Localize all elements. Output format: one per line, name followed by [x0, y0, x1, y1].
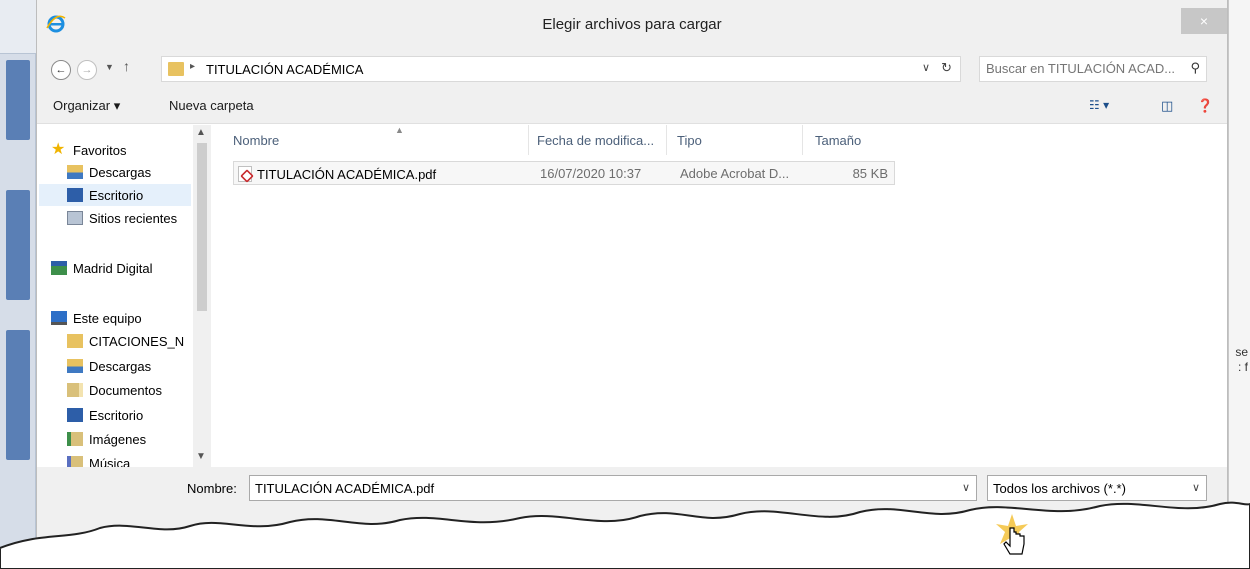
file-date: 16/07/2020 10:37 — [540, 166, 642, 181]
navigation-pane: ★ Favoritos Descargas Escritorio Sitios … — [37, 125, 213, 467]
title-bar: Elegir archivos para cargar × — [37, 0, 1227, 50]
nav-item-this-pc[interactable]: Este equipo — [51, 307, 207, 329]
downloads-folder-icon — [67, 165, 83, 179]
nav-item-label: Descargas — [89, 358, 152, 374]
background-text: se — [1235, 345, 1248, 359]
nav-item-label: Madrid Digital — [73, 260, 153, 276]
nav-item-downloads[interactable]: Descargas — [67, 355, 213, 377]
star-icon: ★ — [51, 141, 66, 158]
preview-pane-icon[interactable]: ◫ — [1161, 98, 1173, 114]
background-band — [6, 60, 30, 140]
up-arrow-icon[interactable]: ↑ — [123, 58, 130, 74]
nav-item-label: Documentos — [89, 382, 162, 398]
recent-places-icon — [67, 211, 83, 225]
file-type: Adobe Acrobat D... — [680, 166, 790, 181]
address-bar[interactable]: ▸ TITULACIÓN ACADÉMICA ∨ ↻ — [161, 56, 961, 82]
scrollbar-thumb[interactable] — [197, 143, 207, 311]
nav-item-desktop-pc[interactable]: Escritorio — [67, 404, 213, 426]
forward-button[interactable]: → — [77, 60, 97, 80]
background-app-left — [0, 0, 36, 569]
filename-label: Nombre: — [187, 481, 237, 496]
computer-icon — [51, 311, 67, 325]
desktop-folder-icon — [67, 408, 83, 422]
nav-item-label: Imágenes — [89, 431, 147, 447]
command-toolbar: Organizar ▾ Nueva carpeta ☷ ▾ ◫ ❓ — [37, 88, 1227, 124]
cancel-button[interactable]: Cancelar — [1107, 515, 1207, 543]
refresh-icon[interactable]: ↻ — [941, 60, 952, 76]
column-header-name[interactable]: Nombre — [233, 125, 529, 155]
organize-button[interactable]: Organizar ▾ — [53, 98, 120, 114]
search-input[interactable] — [986, 61, 1182, 76]
recent-locations-chevron-icon[interactable]: ▼ — [105, 62, 114, 72]
nav-item-network[interactable]: Madrid Digital — [51, 257, 207, 279]
file-type-value[interactable]: Todos los archivos (*.*) — [993, 481, 1126, 496]
nav-item-downloads[interactable]: Descargas — [67, 161, 213, 183]
folder-icon — [168, 62, 184, 76]
network-icon — [51, 261, 67, 275]
background-band — [6, 190, 30, 300]
filename-input[interactable]: TITULACIÓN ACADÉMICA.pdf ∨ — [249, 475, 977, 501]
nav-item-citaciones[interactable]: CITACIONES_N — [67, 330, 213, 352]
address-row: ← → ▼ ↑ ▸ TITULACIÓN ACADÉMICA ∨ ↻ ⚲ — [37, 50, 1227, 88]
nav-item-label: Favoritos — [73, 142, 127, 158]
file-list: ▲ Nombre Fecha de modifica... Tipo Tamañ… — [215, 125, 1227, 467]
nav-item-label: CITACIONES_N — [89, 333, 185, 349]
column-header-type[interactable]: Tipo — [677, 125, 803, 155]
nav-item-recent-places[interactable]: Sitios recientes — [67, 207, 213, 229]
pdf-file-icon — [238, 166, 252, 182]
nav-item-label: Escritorio — [89, 407, 144, 423]
column-header-date[interactable]: Fecha de modifica... — [537, 125, 667, 155]
nav-item-label: Música — [89, 455, 131, 468]
file-open-dialog: Elegir archivos para cargar × ← → ▼ ↑ ▸ … — [36, 0, 1228, 569]
close-button[interactable]: × — [1181, 8, 1227, 34]
search-icon[interactable]: ⚲ — [1190, 60, 1200, 76]
nav-item-label: Sitios recientes — [89, 210, 178, 226]
nav-item-label: Descargas — [89, 164, 152, 180]
file-size: 85 KB — [852, 166, 888, 181]
music-folder-icon — [67, 456, 83, 467]
search-box[interactable]: ⚲ — [979, 56, 1207, 82]
nav-item-label: Este equipo — [73, 310, 142, 326]
view-options-icon[interactable]: ☷ ▾ — [1089, 98, 1109, 112]
nav-item-documents[interactable]: Documentos — [67, 379, 213, 401]
file-name-cell: TITULACIÓN ACADÉMICA.pdf — [238, 166, 436, 182]
background-app-right: se : f — [1228, 0, 1250, 569]
background-text: : f — [1237, 360, 1248, 374]
filename-value[interactable]: TITULACIÓN ACADÉMICA.pdf — [255, 481, 434, 496]
background-band — [6, 330, 30, 460]
nav-item-pictures[interactable]: Imágenes — [67, 428, 213, 450]
column-header-size[interactable]: Tamaño — [815, 125, 895, 155]
file-type-dropdown-icon[interactable]: ∨ — [1192, 481, 1200, 494]
documents-folder-icon — [67, 383, 83, 397]
back-button[interactable]: ← — [51, 60, 71, 80]
file-name: TITULACIÓN ACADÉMICA.pdf — [257, 166, 437, 182]
file-row[interactable]: TITULACIÓN ACADÉMICA.pdf 16/07/2020 10:3… — [233, 161, 895, 185]
navigation-scrollbar[interactable]: ▲ ▼ — [193, 125, 211, 467]
help-icon[interactable]: ❓ — [1197, 98, 1213, 114]
hand-cursor-icon — [996, 514, 1028, 555]
breadcrumb-separator-icon: ▸ — [190, 61, 196, 72]
dialog-footer: Nombre: TITULACIÓN ACADÉMICA.pdf ∨ Todos… — [37, 467, 1227, 569]
downloads-folder-icon — [67, 359, 83, 373]
nav-item-label: Escritorio — [89, 187, 144, 203]
breadcrumb-path[interactable]: TITULACIÓN ACADÉMICA — [206, 62, 363, 77]
pictures-folder-icon — [67, 432, 83, 446]
new-folder-button[interactable]: Nueva carpeta — [169, 98, 254, 113]
folder-icon — [67, 334, 83, 348]
dialog-title: Elegir archivos para cargar — [542, 16, 722, 33]
nav-item-desktop[interactable]: Escritorio — [39, 184, 191, 206]
scroll-up-icon[interactable]: ▲ — [196, 127, 206, 138]
nav-item-music[interactable]: Música — [67, 452, 213, 467]
address-dropdown-icon[interactable]: ∨ — [922, 61, 930, 74]
scroll-down-icon[interactable]: ▼ — [196, 451, 206, 462]
file-type-select[interactable]: Todos los archivos (*.*) ∨ — [987, 475, 1207, 501]
filename-dropdown-icon[interactable]: ∨ — [962, 481, 970, 494]
desktop-icon — [67, 188, 83, 202]
nav-item-favorites[interactable]: ★ Favoritos — [51, 139, 207, 161]
background-tab — [0, 0, 36, 54]
